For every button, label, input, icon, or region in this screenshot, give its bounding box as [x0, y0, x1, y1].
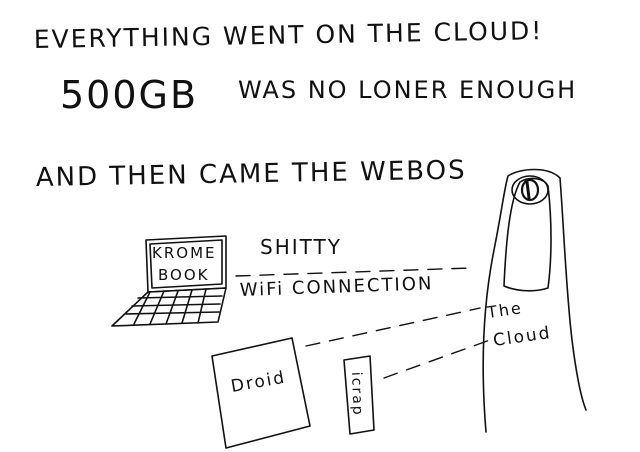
cloud-label-1: The — [485, 298, 524, 322]
connection-label-2: WiFi CONNECTION — [239, 273, 433, 301]
stick-connection-line — [383, 339, 491, 379]
sketch-canvas: EVERYTHING WENT ON THE CLOUD! 500GB WAS … — [34, 16, 587, 449]
laptop-drawing: KROME BOOK — [111, 235, 227, 327]
stick-device-drawing: icrap — [343, 355, 375, 435]
phone-connection-line — [305, 307, 481, 347]
laptop-connection-line — [235, 267, 471, 277]
connection-label-1: SHITTY — [260, 235, 342, 259]
laptop-screen-text-1: KROME — [152, 244, 217, 262]
phone-drawing: Droid — [211, 337, 311, 449]
headline-line-1: EVERYTHING WENT ON THE CLOUD! — [34, 16, 544, 54]
headline-line-3: AND THEN CAME THE WEBOS — [36, 155, 467, 193]
laptop-screen-text-2: BOOK — [158, 266, 209, 284]
cloud-label-2: Cloud — [492, 323, 553, 351]
phone-label: Droid — [229, 368, 287, 397]
storage-size-label: 500GB — [60, 73, 198, 117]
cloud-tower-drawing: The Cloud — [482, 168, 587, 433]
headline-line-2: WAS NO LONER ENOUGH — [238, 76, 577, 104]
stick-device-label: icrap — [348, 372, 366, 417]
